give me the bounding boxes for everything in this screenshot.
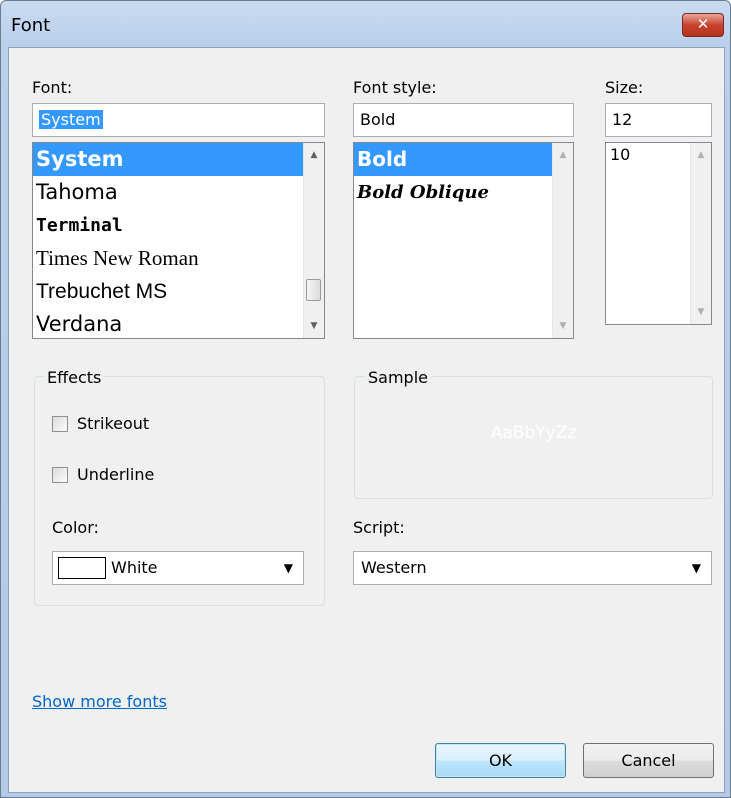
scroll-down-arrow-icon: ▼ bbox=[697, 307, 705, 317]
font-item-terminal[interactable]: Terminal bbox=[33, 209, 324, 242]
font-dialog: Font ✕ Font: System System Tahoma Termin… bbox=[0, 0, 731, 798]
color-label: Color: bbox=[52, 518, 99, 537]
scroll-down-arrow-icon[interactable]: ▼ bbox=[304, 316, 324, 336]
scroll-thumb[interactable] bbox=[306, 279, 321, 301]
title-bar[interactable]: Font ✕ bbox=[1, 1, 730, 47]
font-list[interactable]: System Tahoma Terminal Times New Roman T… bbox=[32, 142, 325, 339]
dialog-client: Font: System System Tahoma Terminal Time… bbox=[8, 47, 725, 793]
font-style-input-value: Bold bbox=[360, 110, 396, 129]
close-button[interactable]: ✕ bbox=[682, 13, 724, 37]
font-style-input[interactable]: Bold bbox=[353, 103, 574, 137]
underline-label[interactable]: Underline bbox=[77, 465, 154, 484]
chevron-down-icon: ▼ bbox=[691, 561, 701, 575]
cancel-button[interactable]: Cancel bbox=[583, 743, 714, 778]
script-select-value: Western bbox=[361, 558, 427, 577]
size-input[interactable]: 12 bbox=[605, 103, 712, 137]
scroll-up-arrow-icon[interactable]: ▲ bbox=[304, 145, 324, 165]
sample-title: Sample bbox=[365, 368, 431, 387]
color-swatch bbox=[58, 557, 106, 579]
font-style-item-bold-oblique[interactable]: Bold Oblique bbox=[354, 176, 573, 209]
font-label: Font: bbox=[32, 78, 73, 97]
scroll-up-arrow-icon: ▲ bbox=[559, 150, 567, 160]
sample-preview-text: AaBbYyZz bbox=[490, 423, 577, 443]
font-item-system[interactable]: System bbox=[33, 143, 324, 176]
font-input-value: System bbox=[39, 110, 103, 129]
size-scrollbar[interactable]: ▲ ▼ bbox=[690, 143, 711, 324]
scroll-up-arrow-icon: ▲ bbox=[697, 150, 705, 160]
color-select-value: White bbox=[111, 558, 158, 577]
font-style-item-bold[interactable]: Bold bbox=[354, 143, 573, 176]
chevron-down-icon: ▼ bbox=[283, 561, 293, 575]
window-title: Font bbox=[11, 15, 51, 36]
strikeout-checkbox[interactable] bbox=[52, 416, 68, 432]
underline-checkbox[interactable] bbox=[52, 467, 68, 483]
font-style-list[interactable]: Bold Bold Oblique ▲ ▼ bbox=[353, 142, 574, 339]
font-style-scrollbar[interactable]: ▲ ▼ bbox=[552, 143, 573, 338]
size-label: Size: bbox=[605, 78, 644, 97]
font-item-times-new-roman[interactable]: Times New Roman bbox=[33, 242, 324, 275]
ok-button[interactable]: OK bbox=[435, 743, 566, 778]
font-item-tahoma[interactable]: Tahoma bbox=[33, 176, 324, 209]
font-item-verdana[interactable]: Verdana bbox=[33, 308, 324, 338]
font-list-scrollbar[interactable]: ▲ ▼ bbox=[303, 143, 324, 338]
scroll-down-arrow-icon: ▼ bbox=[559, 321, 567, 331]
script-select[interactable]: Western ▼ bbox=[353, 551, 712, 585]
size-input-value: 12 bbox=[612, 110, 633, 129]
font-item-trebuchet-ms[interactable]: Trebuchet MS bbox=[33, 275, 324, 308]
color-select[interactable]: White ▼ bbox=[52, 551, 304, 585]
font-style-label: Font style: bbox=[353, 78, 437, 97]
show-more-fonts-link[interactable]: Show more fonts bbox=[32, 692, 167, 711]
effects-title: Effects bbox=[44, 368, 105, 387]
close-icon: ✕ bbox=[696, 15, 710, 33]
size-list[interactable]: 10 ▲ ▼ bbox=[605, 142, 712, 325]
font-input[interactable]: System bbox=[32, 103, 325, 137]
script-label: Script: bbox=[353, 518, 405, 537]
strikeout-label[interactable]: Strikeout bbox=[77, 414, 149, 433]
